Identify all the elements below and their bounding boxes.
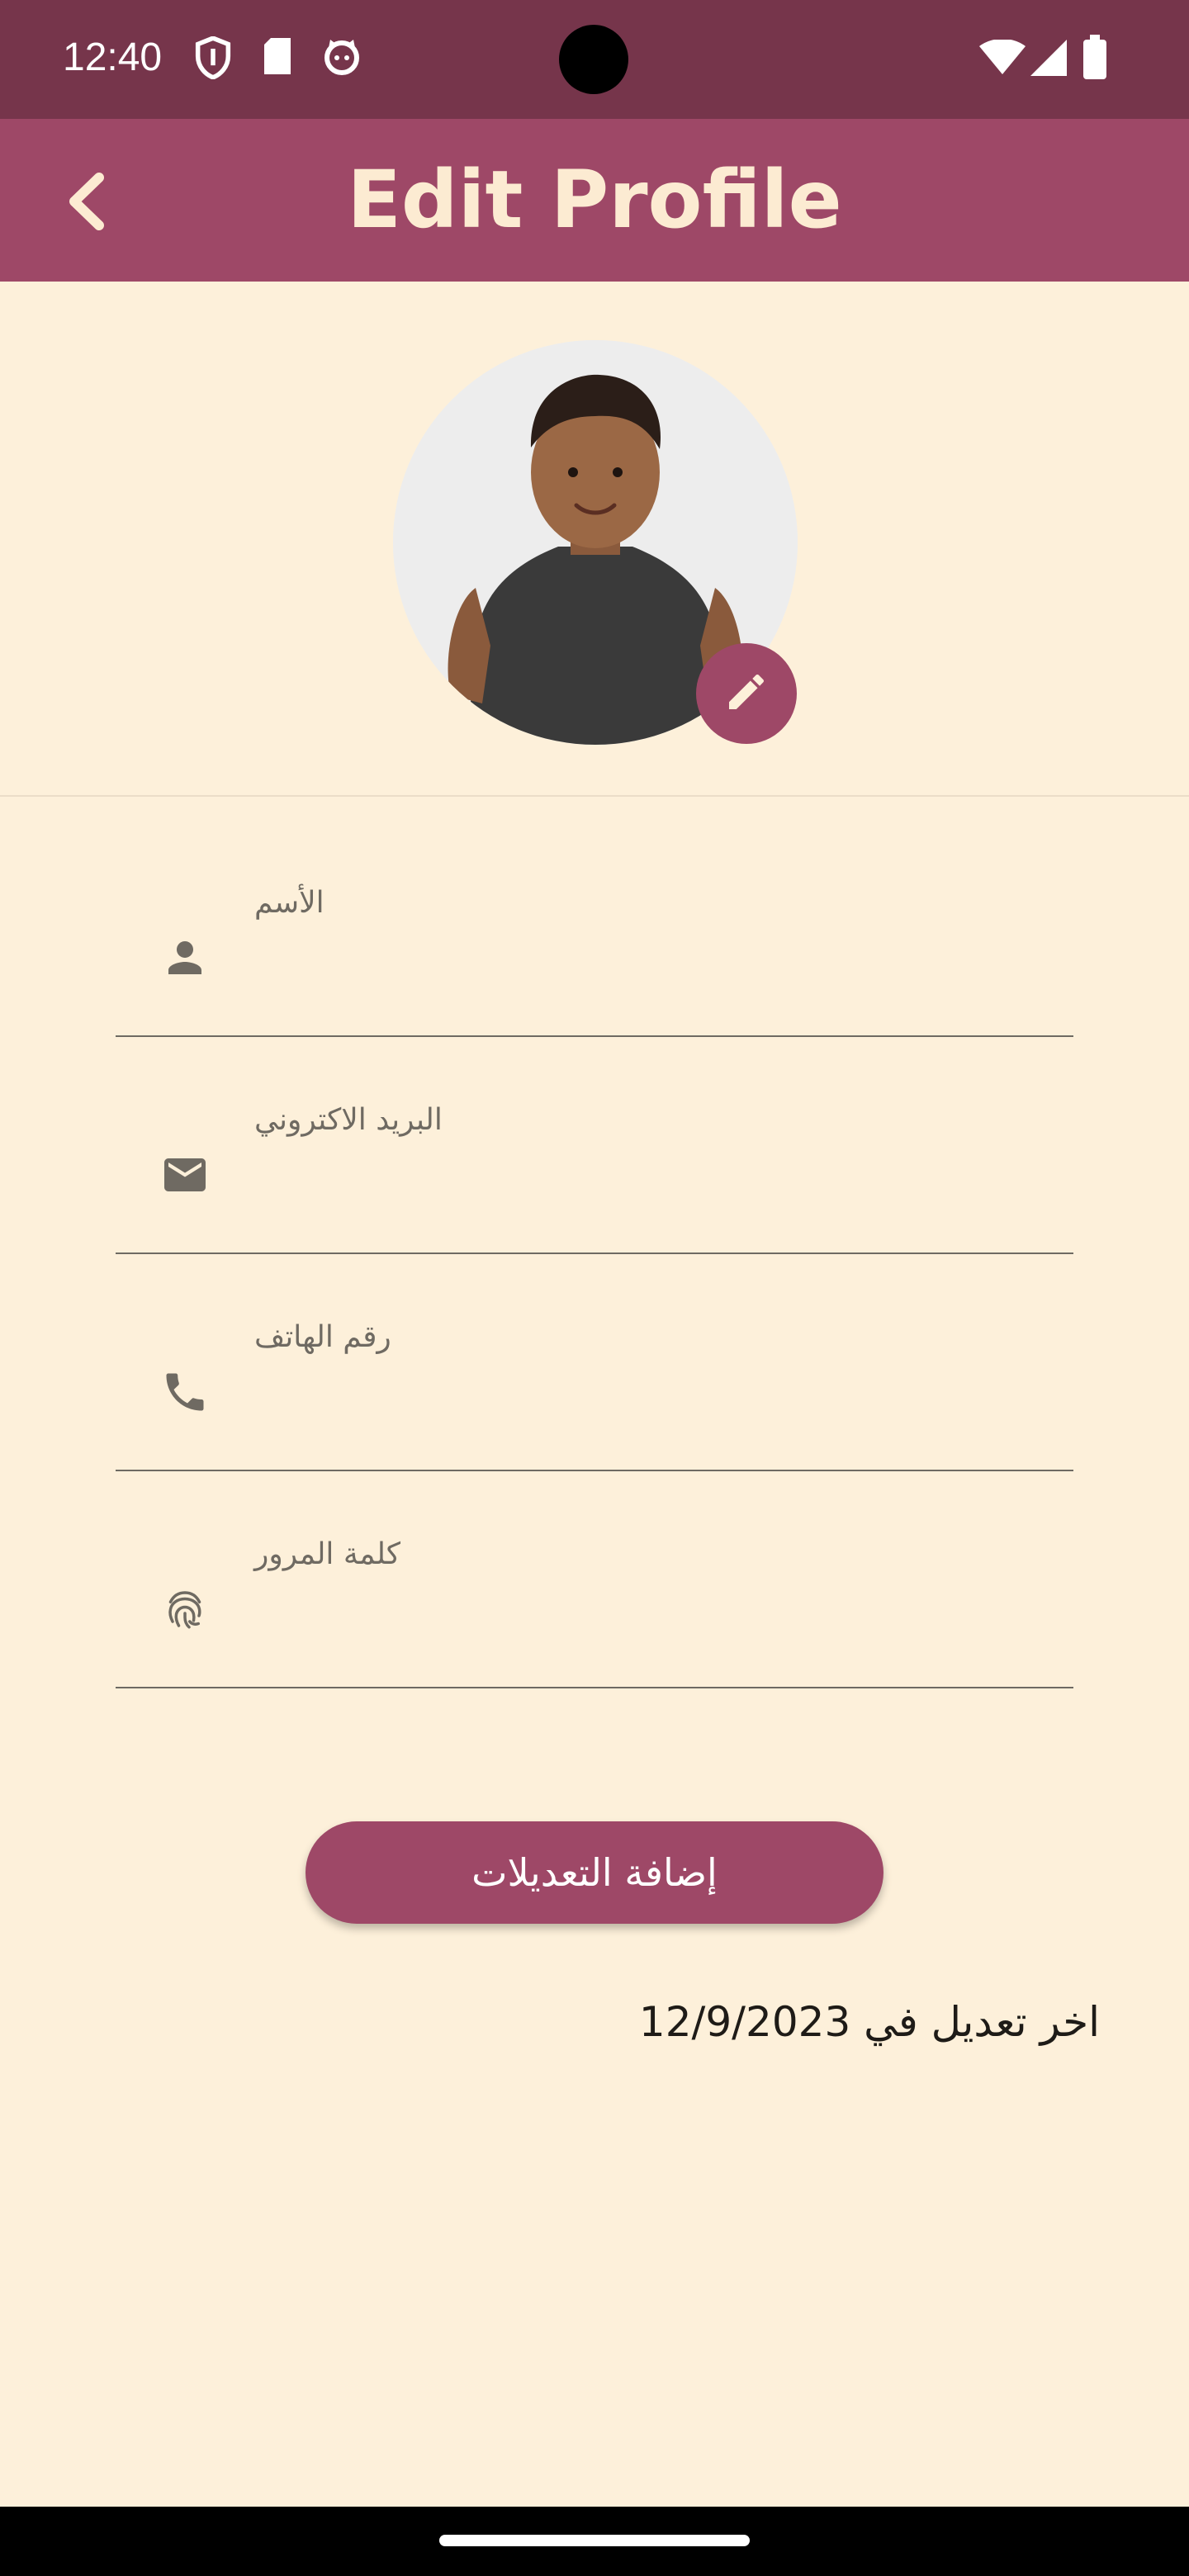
app-bar: Edit Profile <box>0 119 1189 282</box>
password-label: كلمة المرور <box>254 1537 401 1571</box>
status-time: 12:40 <box>63 36 163 79</box>
phone-input[interactable] <box>254 1370 1047 1436</box>
email-label: البريد الاكتروني <box>254 1103 443 1137</box>
page-title: Edit Profile <box>347 154 842 246</box>
password-input[interactable] <box>254 1587 1047 1653</box>
cat-face-icon <box>322 36 362 79</box>
pencil-icon <box>723 669 770 718</box>
person-icon <box>160 933 210 983</box>
wifi-icon <box>979 39 1026 79</box>
section-divider <box>0 795 1189 797</box>
name-label: الأسم <box>254 886 324 920</box>
system-nav-bar <box>0 2507 1189 2576</box>
password-field[interactable]: كلمة المرور <box>116 1471 1073 1688</box>
name-input[interactable] <box>254 935 1047 1002</box>
phone-label: رقم الهاتف <box>254 1320 391 1354</box>
battery-icon <box>1083 35 1106 83</box>
shield-icon <box>195 36 231 83</box>
edit-photo-button[interactable] <box>696 643 797 744</box>
email-field[interactable]: البريد الاكتروني <box>116 1037 1073 1254</box>
sd-card-icon <box>261 36 294 79</box>
name-field[interactable]: الأسم <box>116 820 1073 1037</box>
save-changes-button[interactable]: إضافة التعديلات <box>306 1821 883 1924</box>
front-camera <box>559 25 628 94</box>
status-bar: 12:40 <box>0 0 1189 119</box>
mail-icon <box>160 1150 210 1200</box>
signal-icon <box>1030 40 1067 79</box>
phone-icon <box>160 1367 210 1417</box>
home-gesture-handle[interactable] <box>439 2535 750 2546</box>
fingerprint-icon <box>160 1584 210 1634</box>
email-input[interactable] <box>254 1153 1047 1219</box>
last-edit-date: اخر تعديل في 12/9/2023 <box>638 1998 1100 2046</box>
phone-field[interactable]: رقم الهاتف <box>116 1254 1073 1471</box>
profile-photo-section <box>393 340 798 745</box>
